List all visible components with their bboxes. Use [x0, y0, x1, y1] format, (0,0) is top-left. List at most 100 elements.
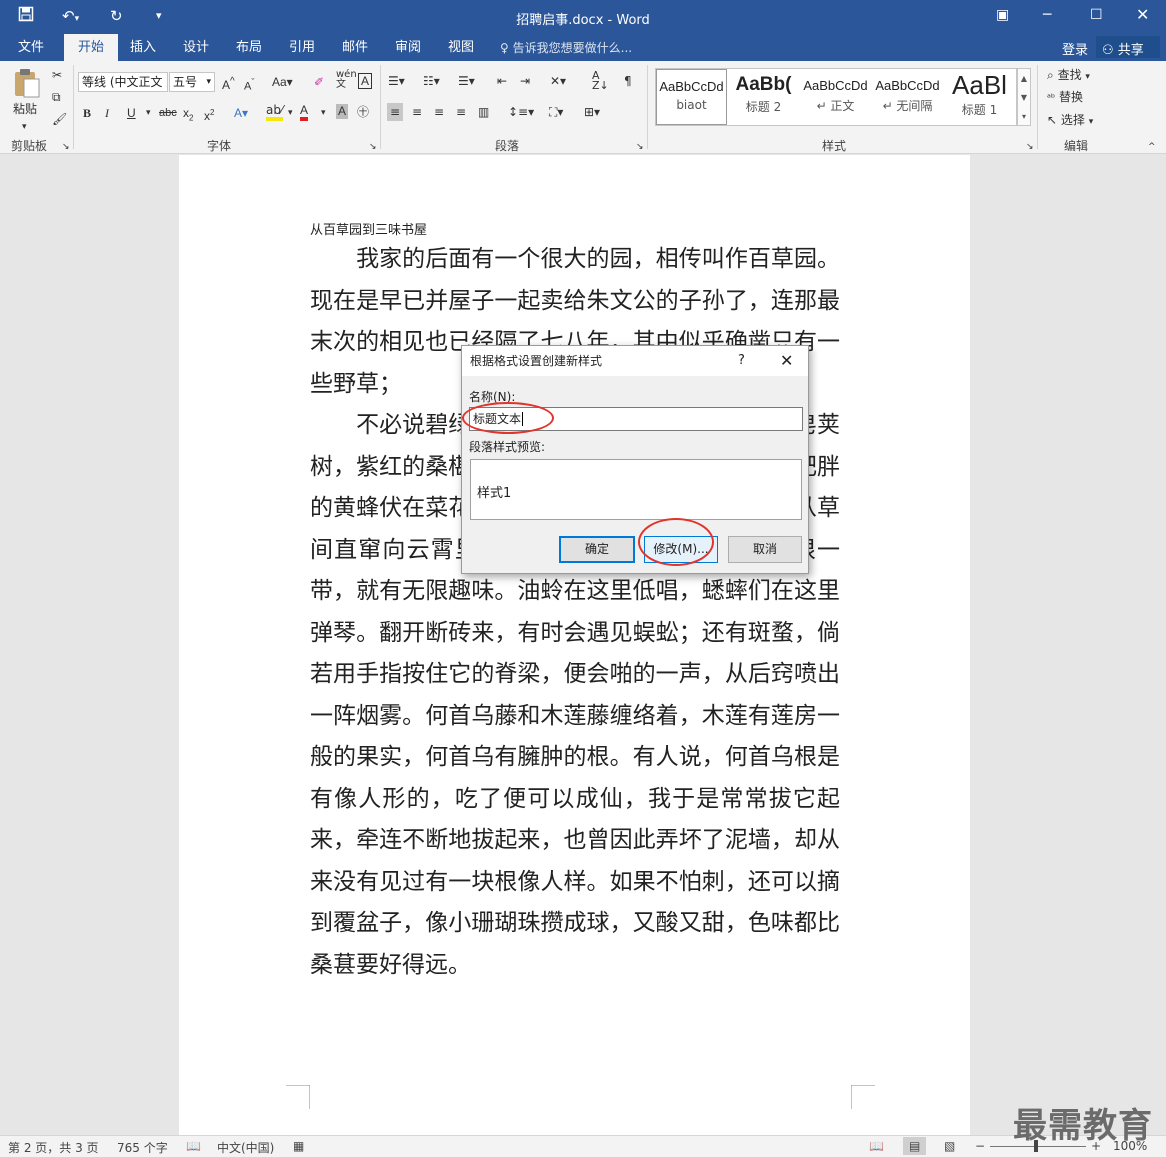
macro-record-icon[interactable]: ▦: [293, 1139, 304, 1153]
zoom-out-icon[interactable]: −: [975, 1139, 985, 1153]
annotation-circle: [462, 402, 554, 434]
font-size-combo[interactable]: 五号 ▾: [169, 72, 215, 92]
bullets-icon[interactable]: ☰▾: [388, 73, 405, 89]
document-page[interactable]: 从百草园到三味书屋 我家的后面有一个很大的园，相传叫作百草园。现在是早已并屋子一…: [179, 155, 970, 1135]
character-border-icon[interactable]: A: [358, 73, 373, 89]
tab-insert[interactable]: 插入: [130, 39, 156, 56]
find-button[interactable]: ⌕ 查找 ▾: [1047, 67, 1090, 85]
group-styles: 样式: [822, 139, 847, 153]
page-count[interactable]: 第 2 页，共 3 页: [8, 1139, 99, 1156]
increase-indent-icon[interactable]: ⇥: [520, 73, 530, 89]
word-count[interactable]: 765 个字: [117, 1139, 168, 1156]
dialog-close-icon[interactable]: ✕: [780, 346, 793, 376]
minimize-icon[interactable]: ─: [1043, 7, 1051, 23]
tab-mailings[interactable]: 邮件: [342, 39, 368, 56]
proofing-icon[interactable]: 📖: [186, 1139, 201, 1153]
tab-view[interactable]: 视图: [448, 39, 474, 56]
borders-icon[interactable]: ⊞▾: [584, 104, 600, 120]
character-shading-icon[interactable]: A: [336, 104, 349, 119]
font-color-icon[interactable]: A: [300, 103, 309, 121]
share-button[interactable]: ⚇ 共享: [1096, 36, 1160, 58]
chinese-layout-icon[interactable]: ✕▾: [550, 73, 566, 89]
change-case-icon[interactable]: Aa▾: [272, 74, 293, 90]
tab-layout[interactable]: 布局: [236, 39, 262, 56]
read-mode-icon[interactable]: 📖: [869, 1139, 884, 1153]
document-header[interactable]: 从百草园到三味书屋: [310, 219, 427, 238]
show-formatting-icon[interactable]: ¶: [624, 73, 632, 89]
select-button[interactable]: ↖ 选择 ▾: [1047, 112, 1093, 130]
font-color-dropdown-icon[interactable]: ▾: [321, 105, 326, 121]
close-icon[interactable]: ✕: [1136, 5, 1149, 24]
text-effects-icon[interactable]: A▾: [234, 105, 248, 121]
align-center-icon[interactable]: ≡: [412, 104, 422, 120]
tab-file[interactable]: 文件: [18, 39, 44, 56]
enclose-characters-icon[interactable]: ㊉: [357, 104, 369, 120]
maximize-icon[interactable]: ☐: [1090, 7, 1103, 23]
format-painter-icon[interactable]: 🖌: [52, 111, 67, 127]
distributed-icon[interactable]: ▥: [478, 104, 489, 120]
underline-dropdown-icon[interactable]: ▾: [146, 105, 151, 121]
print-layout-icon[interactable]: ▤: [903, 1137, 927, 1155]
divider: [1037, 65, 1038, 149]
style-heading-1[interactable]: AaBl 标题 1: [944, 69, 1015, 125]
group-clipboard: 剪贴板: [11, 139, 48, 153]
clear-formatting-icon[interactable]: ✐: [314, 74, 324, 90]
shading-icon[interactable]: ⛶▾: [549, 104, 563, 120]
replace-button[interactable]: ᵃᵇ 替换: [1047, 89, 1083, 107]
style-normal[interactable]: AaBbCcDd ↵ 正文: [800, 69, 871, 125]
font-launcher-icon[interactable]: ↘: [369, 139, 377, 155]
web-layout-icon[interactable]: ▧: [944, 1139, 955, 1153]
style-heading-2[interactable]: AaBb( 标题 2: [728, 69, 799, 125]
paste-icon[interactable]: [12, 67, 42, 103]
tab-design[interactable]: 设计: [183, 39, 209, 56]
paste-dropdown-icon[interactable]: ▾: [22, 119, 27, 135]
paragraph-launcher-icon[interactable]: ↘: [636, 139, 644, 155]
person-icon: ⚇: [1102, 43, 1114, 58]
clipboard-launcher-icon[interactable]: ↘: [62, 139, 70, 155]
tab-home[interactable]: 开始: [64, 34, 119, 61]
align-right-icon[interactable]: ≡: [434, 104, 444, 120]
superscript-icon[interactable]: x2: [204, 105, 214, 124]
subscript-icon[interactable]: x2: [183, 105, 193, 126]
styles-up-icon[interactable]: ▲: [1018, 69, 1030, 88]
styles-launcher-icon[interactable]: ↘: [1026, 139, 1034, 155]
styles-more-icon[interactable]: ▾: [1018, 107, 1030, 126]
collapse-ribbon-icon[interactable]: ^: [1148, 139, 1156, 155]
phonetic-guide-icon[interactable]: wén 文: [336, 70, 357, 90]
copy-icon[interactable]: ⧉: [52, 89, 61, 105]
ok-button[interactable]: 确定: [559, 536, 635, 563]
group-font: 字体: [207, 139, 232, 153]
multilevel-list-icon[interactable]: ☰▾: [458, 73, 475, 89]
style-biaot[interactable]: AaBbCcDd biaot: [656, 69, 727, 125]
strikethrough-icon[interactable]: abc: [159, 105, 177, 121]
tell-me-search[interactable]: ♀ 告诉我您想要做什么...: [500, 39, 632, 56]
numbering-icon[interactable]: ☷▾: [423, 73, 440, 89]
divider: [647, 65, 648, 149]
justify-icon[interactable]: ≡: [456, 104, 466, 120]
language-indicator[interactable]: 中文(中国): [217, 1139, 274, 1156]
style-no-spacing[interactable]: AaBbCcDd ↵ 无间隔: [872, 69, 943, 125]
preview-label: 段落样式预览:: [469, 440, 546, 454]
styles-down-icon[interactable]: ▼: [1018, 88, 1030, 107]
shrink-font-icon[interactable]: Aˇ: [244, 74, 254, 95]
italic-icon[interactable]: I: [105, 105, 109, 121]
sort-icon[interactable]: A Z↓: [592, 70, 609, 91]
bold-icon[interactable]: B: [83, 105, 91, 121]
styles-scroll[interactable]: ▲ ▼ ▾: [1017, 68, 1031, 126]
help-icon[interactable]: ?: [738, 346, 745, 376]
decrease-indent-icon[interactable]: ⇤: [497, 73, 507, 89]
cancel-button[interactable]: 取消: [728, 536, 802, 563]
tab-review[interactable]: 审阅: [395, 39, 421, 56]
login-link[interactable]: 登录: [1062, 39, 1088, 58]
cut-icon[interactable]: ✂: [52, 67, 62, 83]
tab-references[interactable]: 引用: [289, 39, 315, 56]
highlight-icon[interactable]: ab⁄: [266, 103, 283, 121]
align-left-icon[interactable]: ≡: [387, 103, 404, 121]
line-spacing-icon[interactable]: ↕≡▾: [508, 104, 534, 120]
underline-icon[interactable]: U: [127, 105, 136, 121]
highlight-dropdown-icon[interactable]: ▾: [288, 105, 293, 121]
ribbon-display-options-icon[interactable]: ▣: [996, 7, 1009, 23]
paste-button[interactable]: 粘贴: [13, 101, 37, 117]
grow-font-icon[interactable]: A^: [222, 74, 235, 93]
font-name-combo[interactable]: 等线 (中文正文: [78, 72, 168, 92]
